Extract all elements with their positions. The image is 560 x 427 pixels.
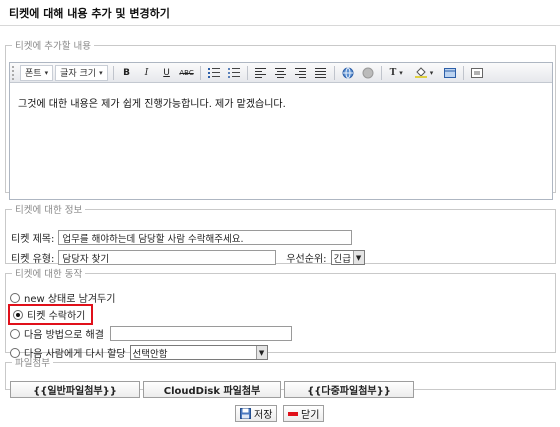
option-accept-ticket[interactable]: 티켓 수락하기 (8, 304, 94, 325)
type-row: 티켓 유형: 담당자 찾기 우선순위: 긴급 ▼ (11, 250, 365, 265)
option-leave-new[interactable]: new 상태로 남겨두기 (10, 290, 115, 305)
option-label: 티켓 수락하기 (27, 311, 86, 322)
save-label: 저장 (254, 410, 273, 421)
source-view-button[interactable] (468, 65, 486, 81)
radio-resolve[interactable] (10, 328, 20, 339)
paint-bucket-icon (414, 67, 427, 78)
save-button[interactable]: 저장 (235, 405, 278, 422)
align-center-icon (275, 67, 287, 78)
rich-text-editor[interactable]: 폰트 ▾ 글자 크기 ▾ B I U ABC T ▾ ▾ 그것에 대한 내용은 … (9, 62, 553, 200)
unordered-list-button[interactable] (225, 65, 243, 81)
bullet-list-icon (227, 68, 240, 78)
text-color-icon: T (389, 67, 397, 78)
option-label: new 상태로 남겨두기 (24, 294, 116, 305)
close-button[interactable]: 닫기 (283, 405, 325, 422)
content-section: 티켓에 추가할 내용 폰트 ▾ 글자 크기 ▾ B I U ABC T ▾ ▾ … (5, 38, 556, 200)
underline-button[interactable]: U (158, 65, 176, 81)
toolbar-divider (246, 65, 248, 80)
italic-button[interactable]: I (138, 65, 156, 81)
type-input[interactable]: 담당자 찾기 (58, 250, 277, 265)
minus-icon (288, 411, 298, 416)
editor-content: 그것에 대한 내용은 제가 쉽게 진행가능합니다. 제가 맡겠습니다. (18, 99, 286, 110)
priority-label: 우선순위: (286, 254, 327, 265)
chevron-down-icon: ▾ (399, 68, 403, 77)
priority-select[interactable]: 긴급 ▼ (330, 250, 365, 265)
content-legend: 티켓에 추가할 내용 (15, 41, 91, 52)
align-right-icon (295, 67, 307, 78)
radio-leave-new[interactable] (10, 292, 20, 303)
toolbar-divider (112, 65, 114, 80)
info-legend: 티켓에 대한 정보 (15, 205, 83, 216)
toolbar-divider (199, 65, 201, 80)
subject-row: 티켓 제목: 업무를 해야하는데 담당할 사람 수락해주세요. (11, 230, 353, 245)
font-dropdown-label: 폰트 (25, 69, 42, 79)
font-dropdown[interactable]: 폰트 ▾ (20, 64, 54, 81)
priority-value: 긴급 (333, 253, 352, 265)
action-legend: 티켓에 대한 동작 (15, 269, 83, 280)
type-label: 티켓 유형: (11, 254, 55, 265)
align-left-button[interactable] (252, 65, 270, 81)
align-right-button[interactable] (292, 65, 310, 81)
ordered-list-icon (207, 68, 220, 78)
option-resolve[interactable]: 다음 방법으로 해결 (10, 326, 292, 341)
chevron-down-icon: ▾ (44, 68, 49, 77)
font-size-label: 글자 크기 (60, 69, 97, 79)
toolbar-grip[interactable] (12, 65, 18, 80)
attach-section: 파일첨부 {{일반파일첨부}} CloudDisk 파일첨부 {{다중파일첨부}… (5, 355, 556, 398)
align-left-icon (255, 67, 267, 78)
subject-input[interactable]: 업무를 해야하는데 담당할 사람 수락해주세요. (58, 230, 353, 245)
insert-table-button[interactable] (441, 65, 459, 81)
toolbar-divider (463, 65, 465, 80)
multi-attach-button[interactable]: {{다중파일첨부}} (284, 381, 414, 398)
text-color-dropdown[interactable]: T ▾ (385, 65, 408, 81)
option-label: 다음 방법으로 해결 (24, 330, 104, 341)
clouddisk-attach-button[interactable]: CloudDisk 파일첨부 (143, 381, 281, 398)
globe-link-icon (342, 67, 354, 78)
resolve-method-input[interactable] (109, 326, 292, 341)
remove-link-button[interactable] (359, 65, 377, 81)
editor-toolbar: 폰트 ▾ 글자 크기 ▾ B I U ABC T ▾ ▾ (10, 63, 552, 83)
page-title: 티켓에 대해 내용 추가 및 변경하기 (9, 7, 170, 20)
strikethrough-button[interactable]: ABC (178, 65, 196, 81)
ordered-list-button[interactable] (205, 65, 223, 81)
chevron-down-icon: ▾ (99, 68, 103, 77)
radio-accept-ticket[interactable] (13, 309, 23, 320)
unlink-icon (362, 67, 374, 78)
action-section: 티켓에 대한 동작 new 상태로 남겨두기 티켓 수락하기 다음 방법으로 해… (5, 266, 556, 360)
toolbar-divider (380, 65, 382, 80)
info-section: 티켓에 대한 정보 티켓 제목: 업무를 해야하는데 담당할 사람 수락해주세요… (5, 202, 556, 265)
subject-label: 티켓 제목: (11, 234, 55, 245)
bold-button[interactable]: B (118, 65, 136, 81)
table-icon (444, 67, 457, 78)
align-center-button[interactable] (272, 65, 290, 81)
chevron-down-icon: ▾ (429, 68, 434, 77)
source-view-icon (471, 67, 484, 78)
normal-attach-button[interactable]: {{일반파일첨부}} (10, 381, 140, 398)
align-justify-icon (315, 67, 327, 78)
chevron-down-icon: ▼ (352, 251, 364, 264)
highlight-color-dropdown[interactable]: ▾ (410, 65, 439, 81)
title-bar: 티켓에 대해 내용 추가 및 변경하기 (0, 0, 560, 26)
insert-link-button[interactable] (339, 65, 357, 81)
align-justify-button[interactable] (312, 65, 330, 81)
attach-legend: 파일첨부 (15, 358, 50, 369)
font-size-dropdown[interactable]: 글자 크기 ▾ (55, 64, 108, 81)
toolbar-divider (333, 65, 335, 80)
close-label: 닫기 (301, 410, 320, 421)
floppy-disk-icon (240, 408, 251, 419)
